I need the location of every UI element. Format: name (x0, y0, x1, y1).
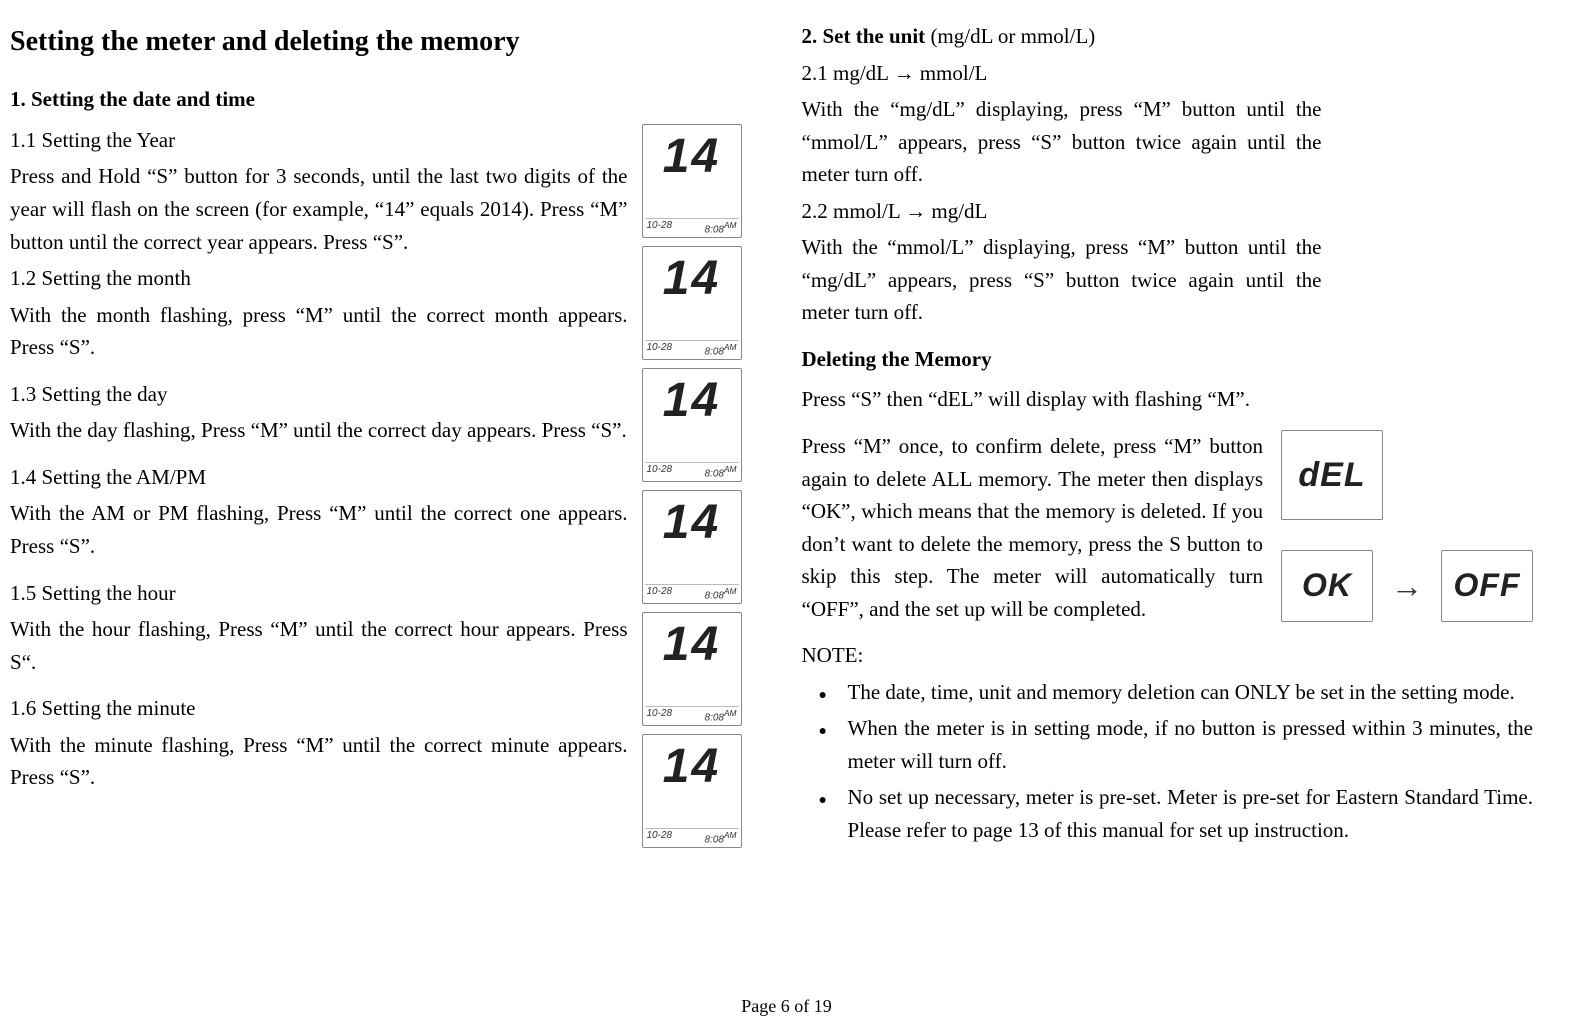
lcd-ampm: AM (724, 464, 737, 474)
left-body: 1.1 Setting the Year Press and Hold “S” … (10, 124, 742, 848)
note-item-3: No set up necessary, meter is pre-set. M… (838, 781, 1534, 846)
lcd-bottom-row: 10-28 8:08AM (645, 706, 739, 723)
s13-heading: 1.3 Setting the day (10, 378, 628, 411)
lcd-ampm: AM (724, 342, 737, 352)
delete-row: Press “S” then “dEL” will display with f… (802, 383, 1534, 430)
lcd-month: 14 10-28 8:08AM (642, 246, 742, 360)
lcd-off: OFF (1441, 550, 1533, 622)
side-displays: dEL OK → OFF (1281, 430, 1533, 622)
s14-text: With the AM or PM flashing, Press “M” un… (10, 497, 628, 562)
lcd-bottom-row: 10-28 8:08AM (645, 218, 739, 235)
delete-heading: Deleting the Memory (802, 343, 1534, 376)
s22-heading: 2.2 mmol/L → mg/dL (802, 195, 1534, 228)
lcd-time: 8:08 (705, 346, 724, 357)
lcd-date: 10-28 (647, 343, 673, 357)
note-heading: NOTE: (802, 639, 1534, 672)
ok-off-group: OK → OFF (1281, 550, 1533, 622)
section-2-heading: 2. Set the unit (mg/dL or mmol/L) (802, 20, 1534, 53)
s14-heading: 1.4 Setting the AM/PM (10, 461, 628, 494)
delete-text-1: Press “S” then “dEL” will display with f… (802, 383, 1534, 430)
lcd-date: 10-28 (647, 587, 673, 601)
lcd-bottom-row: 10-28 8:08AM (645, 828, 739, 845)
s21-heading: 2.1 mg/dL → mmol/L (802, 57, 1534, 90)
section-2-heading-rest: (mg/dL or mmol/L) (925, 24, 1095, 48)
lcd-date: 10-28 (647, 221, 673, 235)
section-1-heading: 1. Setting the date and time (10, 83, 742, 116)
lcd-time: 8:08 (705, 712, 724, 723)
s22-text: With the “mmol/L” displaying, press “M” … (802, 231, 1322, 329)
delete-row-2: Press “M” once, to confirm delete, press… (802, 430, 1534, 639)
s15-heading: 1.5 Setting the hour (10, 577, 628, 610)
manual-page: Setting the meter and deleting the memor… (0, 0, 1573, 1029)
lcd-big-number: 14 (663, 621, 720, 669)
lcd-bottom-row: 10-28 8:08AM (645, 584, 739, 601)
lcd-del: dEL (1281, 430, 1383, 520)
lcd-minute: 14 10-28 8:08AM (642, 734, 742, 848)
s12-heading: 1.2 Setting the month (10, 262, 628, 295)
lcd-big-number: 14 (663, 133, 720, 181)
note-item-1: The date, time, unit and memory deletion… (838, 676, 1534, 709)
lcd-ampm: AM (724, 220, 737, 230)
lcd-big-number: 14 (663, 499, 720, 547)
lcd-bottom-row: 10-28 8:08AM (645, 340, 739, 357)
s16-text: With the minute flashing, Press “M” unti… (10, 729, 628, 794)
s13-text: With the day flashing, Press “M” until t… (10, 414, 628, 447)
lcd-date: 10-28 (647, 831, 673, 845)
lcd-ampm: AM (724, 708, 737, 718)
note-item-2: When the meter is in setting mode, if no… (838, 712, 1534, 777)
delete-p2: Press “M” once, to confirm delete, press… (802, 430, 1264, 625)
lcd-date: 10-28 (647, 709, 673, 723)
s15-text: With the hour flashing, Press “M” until … (10, 613, 628, 678)
section-2-heading-bold: 2. Set the unit (802, 24, 926, 48)
lcd-ampm: 14 10-28 8:08AM (642, 490, 742, 604)
lcd-ampm: AM (724, 830, 737, 840)
s12-text: With the month flashing, press “M” until… (10, 299, 628, 364)
lcd-big-number: 14 (663, 743, 720, 791)
s21-text: With the “mg/dL” displaying, press “M” b… (802, 93, 1322, 191)
lcd-big-number: 14 (663, 255, 720, 303)
page-footer: Page 6 of 19 (0, 996, 1573, 1017)
lcd-ampm: AM (724, 586, 737, 596)
lcd-time: 8:08 (705, 590, 724, 601)
lcd-big-number: 14 (663, 377, 720, 425)
s16-heading: 1.6 Setting the minute (10, 692, 628, 725)
lcd-date: 10-28 (647, 465, 673, 479)
lcd-time: 8:08 (705, 834, 724, 845)
lcd-bottom-row: 10-28 8:08AM (645, 462, 739, 479)
s11-text: Press and Hold “S” button for 3 seconds,… (10, 160, 628, 258)
left-text: 1.1 Setting the Year Press and Hold “S” … (10, 124, 628, 848)
lcd-time: 8:08 (705, 468, 724, 479)
delete-text-2: Press “M” once, to confirm delete, press… (802, 430, 1264, 639)
arrow-icon: → (1391, 570, 1423, 602)
s11-heading: 1.1 Setting the Year (10, 124, 628, 157)
lcd-ok: OK (1281, 550, 1373, 622)
page-title: Setting the meter and deleting the memor… (10, 20, 742, 63)
lcd-year: 14 10-28 8:08AM (642, 124, 742, 238)
note-list: The date, time, unit and memory deletion… (802, 676, 1534, 847)
lcd-time: 8:08 (705, 224, 724, 235)
left-column: Setting the meter and deleting the memor… (10, 20, 742, 1029)
lcd-hour: 14 10-28 8:08AM (642, 612, 742, 726)
delete-p1: Press “S” then “dEL” will display with f… (802, 383, 1534, 416)
right-column: 2. Set the unit (mg/dL or mmol/L) 2.1 mg… (802, 20, 1534, 1029)
lcd-stack: 14 10-28 8:08AM 14 10-28 8:08AM 14 (642, 124, 742, 848)
lcd-day: 14 10-28 8:08AM (642, 368, 742, 482)
